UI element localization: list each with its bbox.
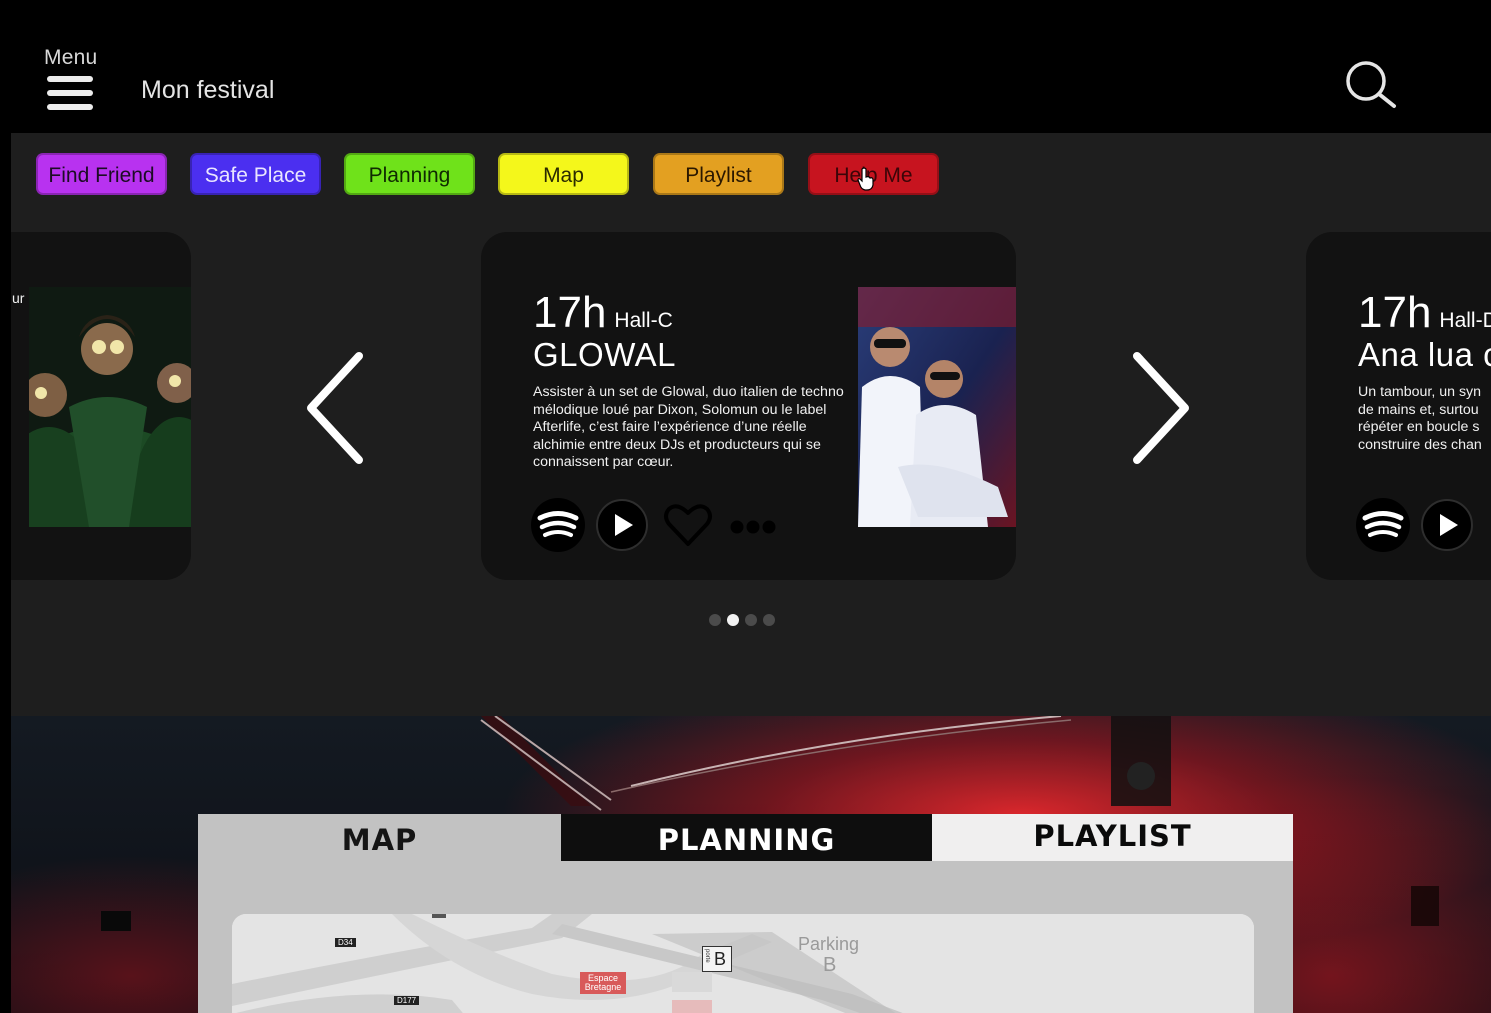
tab-planning[interactable]: PLANNING [561,814,932,861]
artist-photo [858,287,1016,527]
main-content: Find Friend Safe Place Planning Map Play… [11,133,1491,716]
tabs-panel: MAP PLANNING PLAYLIST D34 D177 Espace Br… [198,814,1293,1013]
event-hall: Hall-D [1439,309,1491,332]
hero-section: MAP PLANNING PLAYLIST D34 D177 Espace Br… [11,716,1491,1013]
chip-map[interactable]: Map [498,153,629,195]
event-artist: Ana lua c [1358,336,1491,373]
spotify-icon[interactable] [531,498,585,552]
mouse-pointer-icon [857,167,875,191]
chevron-right-icon[interactable] [1125,352,1195,464]
pagination-dot-active[interactable] [727,614,739,626]
heart-icon[interactable] [661,498,715,552]
event-time: 17h Hall-D [1358,288,1491,338]
more-icon[interactable] [727,498,787,552]
event-hall: Hall-C [614,309,673,332]
event-time: 17h Hall-C [533,288,673,337]
event-description: Un tambour, un syn de mains et, surtou r… [1358,384,1482,453]
chip-playlist[interactable]: Playlist [653,153,784,195]
event-card-current[interactable]: 17h Hall-C GLOWAL Assister à un set de Gl… [481,232,1016,580]
chevron-left-icon[interactable] [301,352,371,464]
event-card-previous[interactable]: ur [11,232,191,580]
card-text-fragment: ur [12,290,25,306]
map-gate-b: porte B [702,946,732,972]
spotify-icon[interactable] [1356,498,1410,552]
artist-photo [29,287,191,527]
map-label-espace-bretagne: Espace Bretagne [580,972,626,994]
chip-find-friend[interactable]: Find Friend [36,153,167,195]
play-icon[interactable] [595,498,649,552]
map-label-d34: D34 [335,938,356,947]
map-gate-side: porte [704,949,710,963]
tab-playlist[interactable]: PLAYLIST [932,814,1293,861]
event-artist: GLOWAL [533,336,676,373]
map-label-d177: D177 [394,996,420,1005]
pagination-dot[interactable] [745,614,757,626]
chip-planning[interactable]: Planning [344,153,475,195]
pagination-dot[interactable] [709,614,721,626]
app-header: Menu Mon festival [0,0,1491,133]
hamburger-icon[interactable] [47,76,93,110]
menu-button[interactable]: Menu [44,46,104,110]
pagination-dot[interactable] [763,614,775,626]
tab-map[interactable]: MAP [198,814,561,861]
menu-label: Menu [44,46,98,69]
map-label-parking-letter: B [823,954,837,976]
event-description: Assister à un set de Glowal, duo italien… [533,384,844,471]
map-label-parking: Parking [798,934,860,954]
event-card-next[interactable]: 17h Hall-D Ana lua c Un tambour, un syn d… [1306,232,1491,580]
chip-safe-place[interactable]: Safe Place [190,153,321,195]
festival-map[interactable]: D34 D177 Espace Bretagne porte B Parking… [232,914,1254,1013]
map-gate-letter: B [714,949,727,969]
play-icon[interactable] [1420,498,1474,552]
app-title: Mon festival [141,76,275,104]
map-roads [232,914,1254,1013]
search-icon[interactable] [1344,60,1398,110]
